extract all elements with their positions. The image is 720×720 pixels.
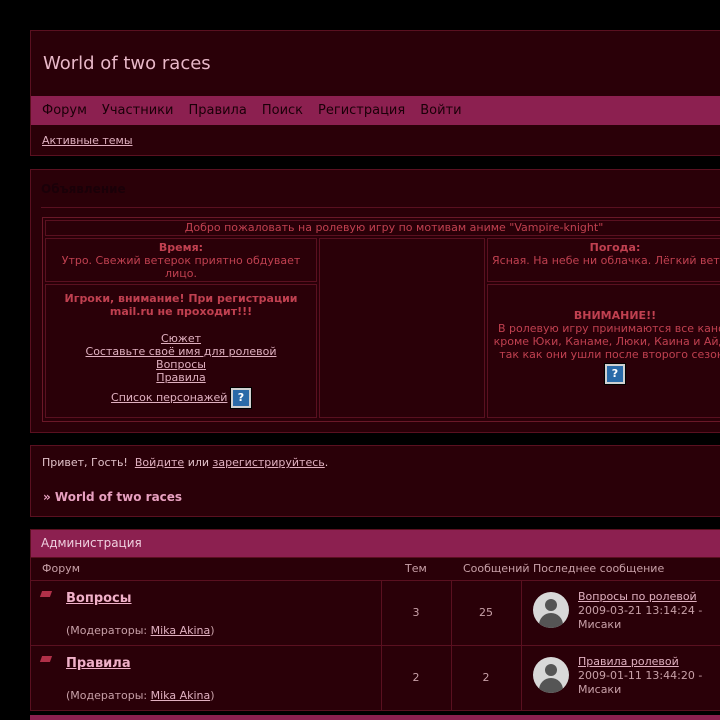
time-text: Утро. Свежий ветерок приятно обдувает ли… [61,254,301,280]
link-questions[interactable]: Вопросы [156,358,206,371]
forum-moderators: (Модераторы: Mika Akina) [66,624,215,637]
dot-text: . [324,456,329,469]
weather-label: Погода: [589,241,641,254]
greeting-text: Привет, Гость! [42,456,128,469]
forum-flag-icon [39,591,53,597]
posts-count: 2 [482,671,490,684]
topics-count: 2 [412,671,420,684]
moderator-link[interactable]: Mika Akina [151,624,211,637]
link-characters[interactable]: Список персонажей [111,391,227,404]
forum-row: Правила (Модераторы: Mika Akina) 2 2 Пра… [30,645,720,711]
login-link[interactable]: Войдите [135,456,184,469]
attention-label: ВНИМАНИЕ!! [573,309,657,322]
divider [41,207,720,208]
forum-title[interactable]: Вопросы [66,591,132,606]
menu-rules[interactable]: Правила [188,103,246,118]
header-panel: World of two races Форум Участники Прави… [30,30,720,156]
col-last: Последнее сообщение [533,562,665,575]
guest-greeting: Привет, Гость! Войдите или зарегистрируй… [42,456,328,469]
guest-panel: Привет, Гость! Войдите или зарегистрируй… [30,445,720,517]
forum-title[interactable]: Правила [66,656,131,671]
menu-login[interactable]: Войти [420,103,461,118]
forum-row: Вопросы (Модераторы: Mika Akina) 3 25 Во… [30,580,720,646]
col-forum: Форум [42,562,80,575]
active-topics-link[interactable]: Активные темы [42,134,133,147]
column-header: Форум Тем Сообщений Последнее сообщение [30,557,720,581]
or-text: или [187,456,210,469]
avatar [533,592,569,628]
time-cell: Время: Утро. Свежий ветерок приятно обду… [45,238,317,282]
announcement-title: Объявление [41,182,126,196]
menu-register[interactable]: Регистрация [318,103,405,118]
link-make-name[interactable]: Составьте своё имя для ролевой [86,345,277,358]
category-title: Администрация [41,536,142,550]
site-title: World of two races [43,53,211,74]
announcement-panel: Объявление Добро пожаловать на ролевую и… [30,169,720,433]
forum-moderators: (Модераторы: Mika Akina) [66,689,215,702]
next-category-bar [30,715,720,720]
help-icon[interactable]: ? [604,363,626,385]
time-label: Время: [158,241,204,254]
topics-count: 3 [412,606,420,619]
menu-search[interactable]: Поиск [262,103,303,118]
last-post-link[interactable]: Вопросы по ролевой [578,590,697,603]
forum-list: Администрация Форум Тем Сообщений Послед… [30,529,720,720]
col-topics: Тем [405,562,427,575]
attention-cell: ВНИМАНИЕ!! В ролевую игру принимаются вс… [487,284,720,418]
last-post-author: Мисаки [578,683,622,696]
players-warning: Игроки, внимание! При регистрации mail.r… [64,292,298,318]
last-post-date: 2009-03-21 13:14:24 - [578,604,703,617]
weather-cell: Погода: Ясная. На небе ни облачка. Лёгки… [487,238,720,282]
last-post: Правила ролевой 2009-01-11 13:44:20 - Ми… [578,655,702,697]
last-post-link[interactable]: Правила ролевой [578,655,679,668]
menu-forum[interactable]: Форум [42,103,87,118]
announcement-table: Добро пожаловать на ролевую игру по моти… [42,217,720,422]
posts-count: 25 [479,606,493,619]
link-plot[interactable]: Сюжет [161,332,201,345]
col-posts: Сообщений [463,562,530,575]
forum-flag-icon [39,656,53,662]
register-link[interactable]: зарегистрируйтесь [213,456,325,469]
players-cell: Игроки, внимание! При регистрации mail.r… [45,284,317,418]
forum-breadcrumb[interactable]: » World of two races [43,490,182,504]
divider [521,581,522,645]
divider [521,646,522,710]
center-cell [319,238,485,418]
category-header: Администрация [30,529,720,558]
last-post-author: Мисаки [578,618,622,631]
last-post: Вопросы по ролевой 2009-03-21 13:14:24 -… [578,590,702,632]
moderators-label: (Модераторы: [66,624,148,637]
main-menu: Форум Участники Правила Поиск Регистраци… [31,96,720,125]
last-post-date: 2009-01-11 13:44:20 - [578,669,703,682]
welcome-text: Добро пожаловать на ролевую игру по моти… [45,220,720,236]
attention-text: В ролевую игру принимаются все канон кро… [493,322,720,364]
avatar [533,657,569,693]
moderators-close: ) [210,624,215,637]
link-rules[interactable]: Правила [156,371,205,384]
weather-text: Ясная. На небе ни облачка. Лёгкий ветеро… [492,254,720,267]
menu-members[interactable]: Участники [102,103,174,118]
moderator-link[interactable]: Mika Akina [151,689,211,702]
moderators-close: ) [210,689,215,702]
help-icon[interactable]: ? [229,387,252,409]
moderators-label: (Модераторы: [66,689,148,702]
